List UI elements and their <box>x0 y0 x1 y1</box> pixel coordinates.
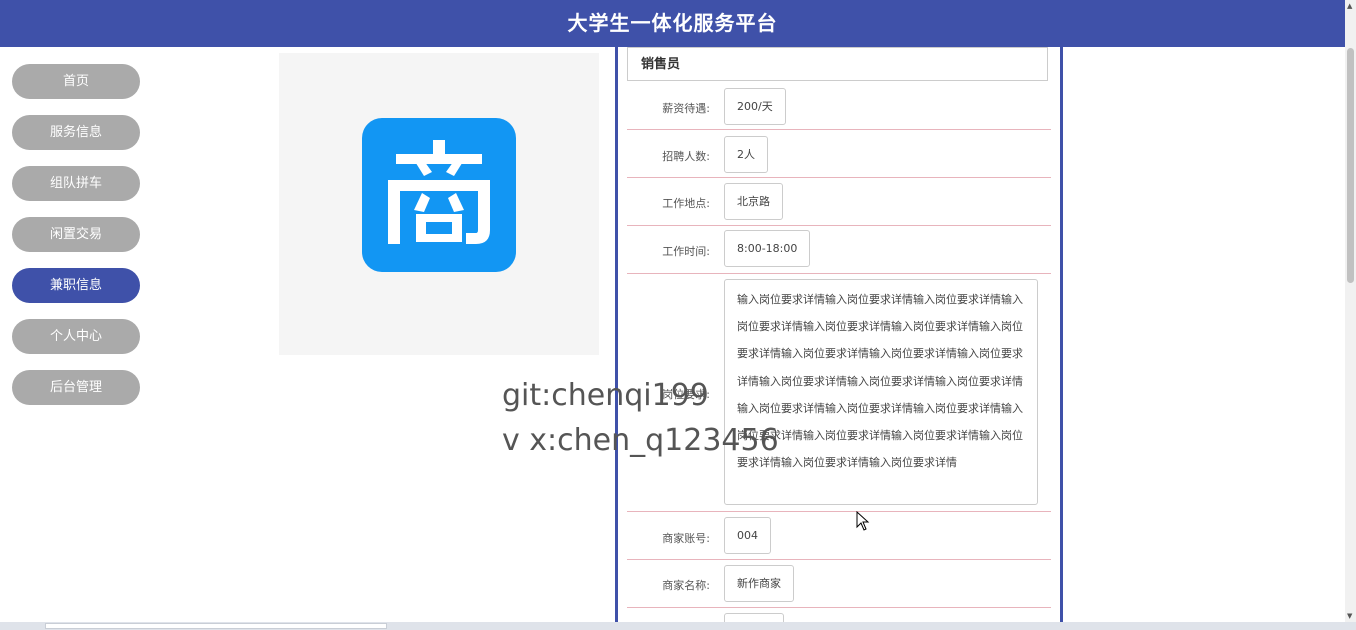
watermark-line-1: git:chenqi199 <box>502 378 709 413</box>
salary-label: 薪资待遇: <box>662 102 710 115</box>
merchant-name-field[interactable]: 新作商家 <box>724 565 794 602</box>
headcount-label: 招聘人数: <box>662 150 710 163</box>
merchant-account-label: 商家账号: <box>662 532 710 545</box>
requirements-field[interactable]: 输入岗位要求详情输入岗位要求详情输入岗位要求详情输入岗位要求详情输入岗位要求详情… <box>724 279 1038 505</box>
location-field[interactable]: 北京路 <box>724 183 783 220</box>
job-image <box>279 53 599 355</box>
job-title: 销售员 <box>627 47 1048 81</box>
location-row: 工作地点: 北京路 <box>627 178 1051 226</box>
headcount-field[interactable]: 2人 <box>724 136 768 173</box>
horizontal-scroll-thumb[interactable] <box>45 623 387 629</box>
nav-secondhand-button[interactable]: 闲置交易 <box>12 217 140 252</box>
app-header: 大学生一体化服务平台 <box>0 0 1345 47</box>
merchant-name-row: 商家名称: 新作商家 <box>627 560 1051 608</box>
shop-logo-icon <box>362 118 516 272</box>
nav-parttime-button[interactable]: 兼职信息 <box>12 268 140 303</box>
watermark-line-2: v x:chen_q123456 <box>502 423 779 458</box>
headcount-row: 招聘人数: 2人 <box>627 130 1051 178</box>
scroll-up-icon[interactable]: ▲ <box>1347 2 1352 10</box>
vertical-scrollbar[interactable]: ▲ ▼ <box>1345 0 1356 622</box>
nav-admin-button[interactable]: 后台管理 <box>12 370 140 405</box>
work-time-field[interactable]: 8:00-18:00 <box>724 230 811 267</box>
vertical-scroll-thumb[interactable] <box>1347 48 1354 283</box>
nav-carpool-button[interactable]: 组队拼车 <box>12 166 140 201</box>
work-time-row: 工作时间: 8:00-18:00 <box>627 226 1051 274</box>
nav-home-button[interactable]: 首页 <box>12 64 140 99</box>
nav-services-button[interactable]: 服务信息 <box>12 115 140 150</box>
sidebar-nav: 首页 服务信息 组队拼车 闲置交易 兼职信息 个人中心 后台管理 <box>12 64 140 421</box>
mouse-cursor-icon <box>856 510 870 535</box>
job-detail-panel: 销售员 薪资待遇: 200/天 招聘人数: 2人 工作地点: 北京路 工作时间:… <box>615 47 1063 630</box>
salary-field[interactable]: 200/天 <box>724 88 786 125</box>
horizontal-scrollbar[interactable] <box>0 622 1356 630</box>
nav-profile-button[interactable]: 个人中心 <box>12 319 140 354</box>
work-time-label: 工作时间: <box>662 245 710 258</box>
merchant-account-row: 商家账号: 004 <box>627 512 1051 560</box>
location-label: 工作地点: <box>662 197 710 210</box>
salary-row: 薪资待遇: 200/天 <box>627 81 1051 130</box>
merchant-name-label: 商家名称: <box>662 579 710 592</box>
merchant-account-field[interactable]: 004 <box>724 517 771 554</box>
scroll-down-icon[interactable]: ▼ <box>1347 612 1352 620</box>
app-title: 大学生一体化服务平台 <box>567 11 778 35</box>
